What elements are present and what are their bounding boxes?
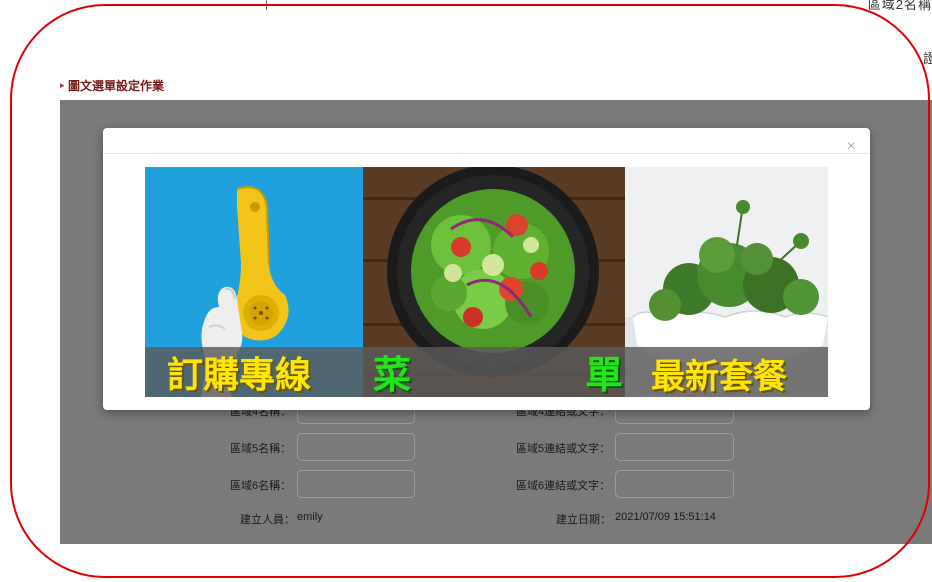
modal-header bbox=[103, 128, 870, 154]
area6-link-input[interactable] bbox=[615, 470, 734, 498]
creator-label: 建立人員： bbox=[240, 514, 295, 526]
breadcrumb-arrow-icon: ▸ bbox=[60, 80, 65, 90]
right-edge-text: 證 bbox=[922, 51, 932, 66]
menu-panel-menu[interactable]: 菜 單 bbox=[363, 167, 625, 397]
area5-name-label: 區域5名稱： bbox=[230, 443, 292, 455]
creator-value: emily bbox=[297, 511, 323, 523]
new-combos-label: 最新套餐 bbox=[651, 357, 787, 397]
date-value: 2021/07/09 15:51:14 bbox=[615, 511, 716, 523]
area5-link-label: 區域5連結或文字： bbox=[516, 443, 611, 455]
image-preview-modal: × 訂購專線 菜 單 最新套餐 bbox=[103, 128, 870, 410]
page-header bbox=[60, 70, 932, 100]
date-label: 建立日期： bbox=[556, 514, 611, 526]
close-icon[interactable]: × bbox=[847, 139, 856, 155]
menu-panel-new-combos[interactable]: 最新套餐 bbox=[625, 167, 828, 397]
order-hotline-label: 訂購專線 bbox=[167, 355, 312, 396]
area6-name-input[interactable] bbox=[297, 470, 415, 498]
top-divider bbox=[266, 0, 267, 10]
area6-name-label: 區域6名稱： bbox=[230, 480, 292, 492]
menu-label-left: 菜 bbox=[373, 353, 412, 397]
page-title: 圖文選單設定作業 bbox=[68, 79, 165, 93]
area6-link-label: 區域6連結或文字： bbox=[516, 480, 611, 492]
area5-link-input[interactable] bbox=[615, 433, 734, 461]
area5-name-input[interactable] bbox=[297, 433, 415, 461]
screen: 區域2名稱 證 ▸ 圖文選單設定作業 區域4名稱： 區域4連結或文字： 區域5名… bbox=[0, 0, 932, 582]
top-right-text: 區域2名稱 bbox=[867, 0, 932, 12]
menu-label-right: 單 bbox=[584, 353, 623, 397]
menu-panel-order-hotline[interactable]: 訂購專線 bbox=[145, 167, 363, 397]
